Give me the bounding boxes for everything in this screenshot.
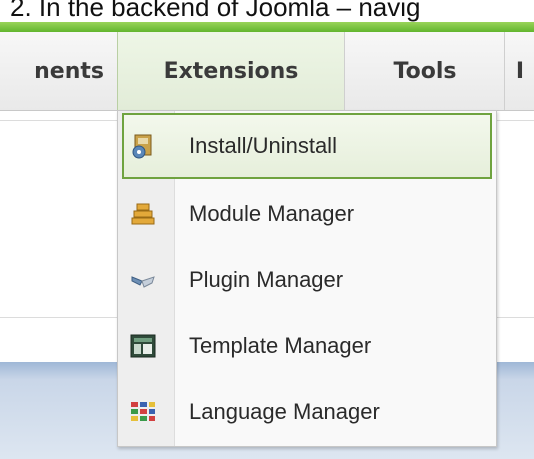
admin-header-bar: [0, 22, 534, 32]
menu-item-label: Language Manager: [189, 399, 380, 424]
template-icon: [130, 333, 156, 359]
menu-item-module-manager[interactable]: Module Manager: [118, 183, 496, 245]
language-flags-icon: [130, 399, 156, 425]
menu-item-template-manager[interactable]: Template Manager: [118, 315, 496, 377]
menu-item-language-manager[interactable]: Language Manager: [118, 381, 496, 443]
tab-tools[interactable]: Tools: [344, 32, 505, 110]
menu-item-label: Module Manager: [189, 201, 355, 226]
page-caption: 2. In the backend of Joomla – navig: [10, 0, 421, 22]
menu-item-label: Install/Uninstall: [189, 133, 337, 158]
tab-extensions[interactable]: Extensions: [117, 32, 345, 110]
main-menu-bar: nents Extensions Tools I: [0, 32, 534, 111]
install-box-icon: [130, 133, 156, 159]
menu-item-install-uninstall[interactable]: Install/Uninstall: [122, 113, 492, 179]
menu-item-label: Plugin Manager: [189, 267, 344, 292]
menu-item-plugin-manager[interactable]: Plugin Manager: [118, 249, 496, 311]
tab-next[interactable]: I: [504, 32, 534, 110]
extensions-dropdown-menu: Install/Uninstall Module Manager Plugin …: [117, 110, 497, 447]
tab-components[interactable]: nents: [0, 32, 118, 110]
menu-item-label: Template Manager: [189, 333, 372, 358]
module-stack-icon: [130, 201, 156, 227]
plugin-icon: [130, 267, 156, 293]
